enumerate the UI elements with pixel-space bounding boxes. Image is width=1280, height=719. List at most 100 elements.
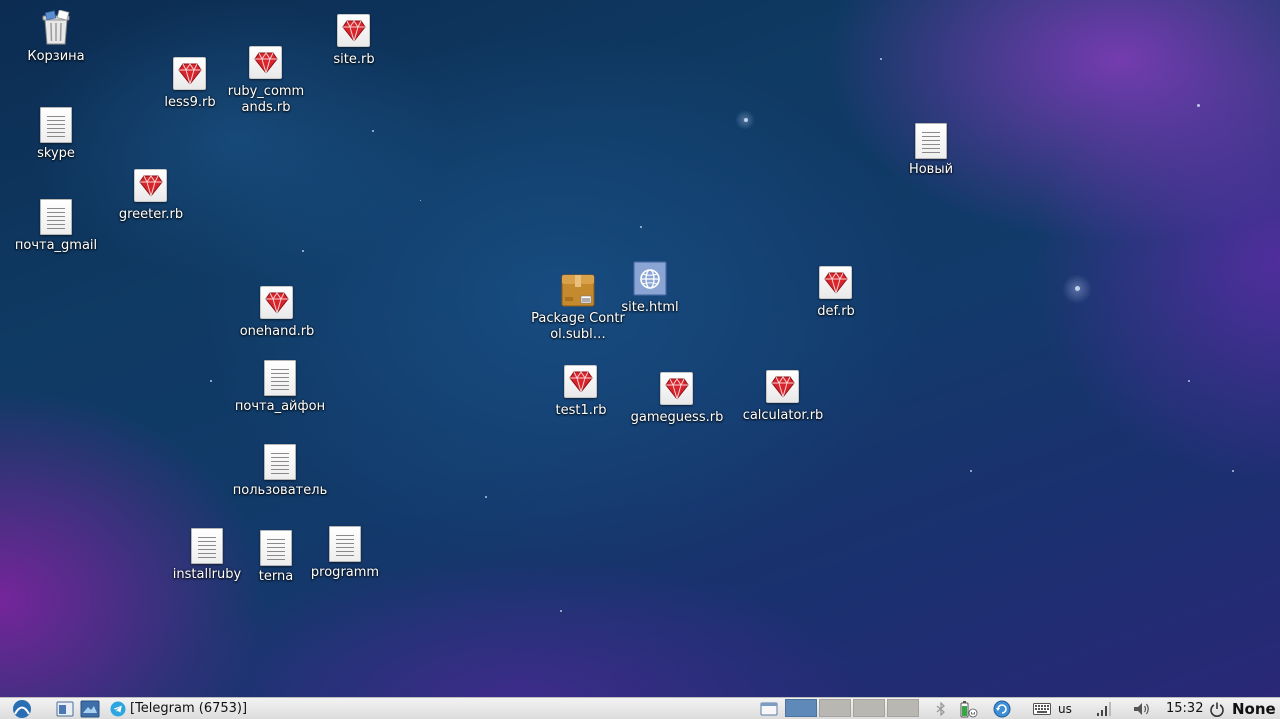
desktop-icon-polzovatel[interactable]: пользователь — [230, 444, 330, 499]
desktop-icon-ruby-commands-rb[interactable]: ruby_commands.rb — [216, 45, 316, 116]
star — [420, 200, 421, 201]
desktop-icon-gameguess-rb[interactable]: gameguess.rb — [627, 371, 727, 426]
ruby-file-icon — [172, 56, 208, 92]
desktop-icon-label: test1.rb — [555, 403, 607, 418]
keyboard-icon — [1033, 702, 1051, 715]
file-manager-launcher[interactable] — [79, 698, 101, 719]
clock-time: 15:32 — [1166, 701, 1204, 716]
star — [1197, 104, 1200, 107]
star — [640, 226, 642, 228]
power-button[interactable] — [1208, 698, 1226, 719]
keyboard-layout-button[interactable] — [1033, 698, 1051, 719]
bluetooth-button[interactable] — [934, 698, 948, 719]
desktop-icon-site-html[interactable]: site.html — [600, 261, 700, 316]
workspace-2[interactable] — [819, 699, 851, 717]
desktop-icon-onehand-rb[interactable]: onehand.rb — [227, 285, 327, 340]
clock[interactable]: 15:32 — [1166, 698, 1204, 719]
text-file-icon — [38, 107, 74, 143]
power-status-text: None — [1232, 699, 1276, 718]
desktop-icon-calculator-rb[interactable]: calculator.rb — [733, 369, 833, 424]
window-list-button[interactable] — [759, 698, 779, 719]
star — [1075, 286, 1080, 291]
star — [1232, 470, 1234, 472]
keyboard-layout-label[interactable]: us — [1058, 698, 1078, 719]
desktop-icon-pochta-gmail[interactable]: почта_gmail — [6, 199, 106, 254]
updates-button[interactable] — [992, 698, 1012, 719]
ruby-file-icon — [563, 364, 599, 400]
taskbar: [Telegram (6753)] us 15:32 None — [0, 697, 1280, 719]
telegram-icon — [110, 701, 126, 716]
taskbar-window-label: [Telegram (6753)] — [130, 701, 248, 716]
workspace-3[interactable] — [853, 699, 885, 717]
volume-icon — [1134, 702, 1149, 715]
ruby-file-icon — [818, 265, 854, 301]
desktop-icon-label: ruby_commands.rb — [227, 84, 305, 115]
star — [1188, 380, 1190, 382]
trash-icon — [38, 9, 74, 46]
desktop-icon-label: gameguess.rb — [630, 410, 724, 425]
text-file-icon — [262, 360, 298, 396]
star — [302, 250, 304, 252]
desktop-icon-label: почта_gmail — [14, 238, 98, 253]
ruby-file-icon — [336, 13, 372, 49]
desktop-icon-label: less9.rb — [164, 95, 216, 110]
bluetooth-icon — [936, 701, 945, 716]
ruby-file-icon — [765, 369, 801, 405]
workspace-4[interactable] — [887, 699, 919, 717]
desktop-icon-label: skype — [37, 146, 75, 161]
text-file-icon — [262, 444, 298, 480]
desktop-icon-trash[interactable]: Корзина — [6, 9, 106, 65]
desktop-background[interactable]: Корзина skype почта_gmail less9.rb ruby_… — [0, 0, 1280, 697]
show-desktop-icon — [56, 701, 74, 716]
desktop-icon-label: greeter.rb — [118, 207, 184, 222]
star — [560, 610, 562, 612]
desktop-icon-pochta-aifon[interactable]: почта_айфон — [230, 360, 330, 415]
taskbar-window-telegram[interactable]: [Telegram (6753)] — [110, 698, 250, 719]
desktop-icon-label: terna — [258, 569, 294, 584]
lubuntu-logo-icon — [13, 699, 31, 718]
text-file-icon — [327, 526, 363, 562]
desktop-icon-label: site.html — [621, 300, 679, 315]
desktop-switch-icon — [80, 700, 100, 717]
desktop-icon-label: calculator.rb — [742, 408, 824, 423]
power-icon — [1210, 702, 1224, 717]
battery-indicator[interactable] — [957, 698, 981, 719]
desktop-icon-greeter-rb[interactable]: greeter.rb — [101, 168, 201, 223]
desktop-icon-programm[interactable]: programm — [295, 526, 395, 581]
desktop-icon-label: Корзина — [27, 49, 85, 64]
html-file-icon — [632, 261, 668, 297]
text-file-icon — [38, 199, 74, 235]
star — [485, 496, 487, 498]
desktop-icon-site-rb[interactable]: site.rb — [304, 13, 404, 68]
keyboard-layout-text: us — [1058, 701, 1072, 716]
volume-button[interactable] — [1131, 698, 1153, 719]
desktop-icon-def-rb[interactable]: def.rb — [786, 265, 886, 320]
desktop-icon-novyi[interactable]: Новый — [881, 123, 981, 178]
ruby-file-icon — [659, 371, 695, 407]
signal-strength-icon — [1097, 701, 1111, 716]
power-status-label[interactable]: None — [1232, 698, 1278, 719]
desktop-icon-test1-rb[interactable]: test1.rb — [531, 364, 631, 419]
star — [210, 380, 212, 382]
start-menu-button[interactable] — [4, 698, 40, 719]
text-file-icon — [189, 528, 225, 564]
desktop-icon-skype[interactable]: skype — [6, 107, 106, 162]
desktop-icon-label: пользователь — [232, 483, 328, 498]
star — [744, 118, 748, 122]
ruby-file-icon — [248, 45, 284, 81]
ruby-file-icon — [259, 285, 295, 321]
text-file-icon — [913, 123, 949, 159]
desktop-icon-label: programm — [310, 565, 380, 580]
star — [372, 130, 374, 132]
battery-icon — [960, 700, 978, 717]
star — [880, 58, 882, 60]
ruby-file-icon — [133, 168, 169, 204]
show-desktop-button[interactable] — [54, 698, 76, 719]
star — [970, 470, 972, 472]
workspace-1[interactable] — [785, 699, 817, 717]
network-button[interactable] — [1094, 698, 1114, 719]
desktop-icon-label: почта_айфон — [234, 399, 326, 414]
text-file-icon — [258, 530, 294, 566]
window-list-icon — [760, 702, 778, 715]
desktop-icon-label: Новый — [908, 162, 954, 177]
